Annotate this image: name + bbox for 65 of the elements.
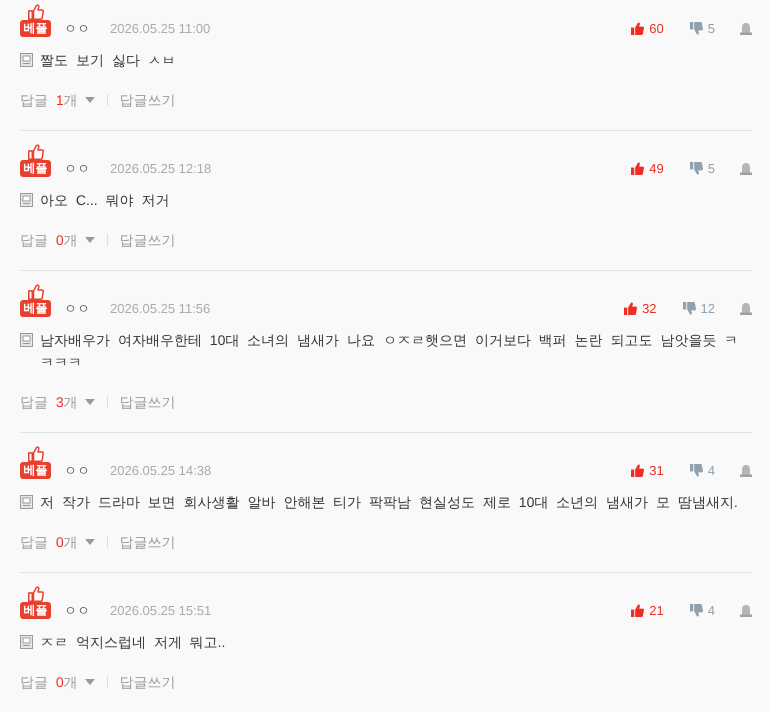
best-badge: 베플: [20, 160, 51, 177]
like-count: 32: [642, 300, 657, 317]
write-reply-link[interactable]: 답글쓰기: [120, 672, 176, 692]
thumbs-up-icon[interactable]: [631, 464, 644, 477]
siren-icon[interactable]: [740, 22, 752, 35]
thumbs-down-icon[interactable]: [690, 604, 703, 617]
best-badge: 베플: [20, 20, 51, 37]
like-count: 60: [649, 20, 664, 37]
thumbs-down-icon[interactable]: [690, 22, 703, 35]
author-name[interactable]: ㅇㅇ: [64, 602, 90, 619]
comment-date: 2026.05.25 15:51: [110, 602, 212, 619]
reply-toggle[interactable]: 답글 3개: [20, 392, 95, 412]
write-reply-link[interactable]: 답글쓰기: [120, 392, 176, 412]
document-icon: [20, 635, 33, 649]
write-reply-link[interactable]: 답글쓰기: [120, 532, 176, 552]
write-reply-link[interactable]: 답글쓰기: [120, 230, 176, 250]
siren-icon[interactable]: [740, 162, 752, 175]
document-icon: [20, 333, 33, 347]
best-badge: 베플: [20, 602, 51, 619]
comment-date: 2026.05.25 12:18: [110, 160, 212, 177]
thumbs-up-icon: [28, 446, 44, 462]
author-name[interactable]: ㅇㅇ: [64, 462, 90, 479]
comment-date: 2026.05.25 14:38: [110, 462, 212, 479]
comment-text: 아오 C... 뭐야 저거: [40, 191, 170, 210]
comment-text: 짤도 보기 싫다 ㅅㅂ: [40, 51, 176, 70]
thumbs-down-icon[interactable]: [690, 464, 703, 477]
like-count: 49: [649, 160, 664, 177]
dislike-count: 4: [708, 602, 715, 619]
write-reply-link[interactable]: 답글쓰기: [120, 90, 176, 110]
comment-date: 2026.05.25 11:00: [110, 20, 210, 37]
thumbs-up-icon: [28, 144, 44, 160]
thumbs-up-icon[interactable]: [631, 162, 644, 175]
dislike-count: 5: [708, 160, 715, 177]
thumbs-down-icon[interactable]: [690, 162, 703, 175]
thumbs-up-icon: [28, 4, 44, 20]
thumbs-up-icon[interactable]: [631, 22, 644, 35]
comment-text: 남자배우가 여자배우한테 10대 소녀의 냄새가 나요 ㅇㅈㄹ햇으면 이거보다 백퍼 논란 되고도 남앗을듯 ㅋㅋㅋㅋ: [40, 331, 740, 372]
best-badge: 베플: [20, 462, 51, 479]
reply-toggle[interactable]: 답글 0개: [20, 230, 95, 250]
dislike-count: 5: [708, 20, 715, 37]
siren-icon[interactable]: [740, 302, 752, 315]
author-name[interactable]: ㅇㅇ: [64, 20, 90, 37]
reply-toggle[interactable]: 답글 0개: [20, 672, 95, 692]
author-name[interactable]: ㅇㅇ: [64, 300, 90, 317]
siren-icon[interactable]: [740, 464, 752, 477]
thumbs-up-icon[interactable]: [631, 604, 644, 617]
author-name[interactable]: ㅇㅇ: [64, 160, 90, 177]
thumbs-up-icon[interactable]: [624, 302, 638, 315]
like-count: 21: [649, 602, 664, 619]
document-icon: [20, 495, 33, 509]
document-icon: [20, 193, 33, 207]
best-badge: 베플: [20, 300, 51, 317]
comment-date: 2026.05.25 11:56: [110, 300, 210, 317]
siren-icon[interactable]: [740, 604, 752, 617]
dislike-count: 12: [700, 300, 715, 317]
reply-toggle[interactable]: 답글 1개: [20, 90, 95, 110]
thumbs-down-icon[interactable]: [682, 302, 696, 315]
document-icon: [20, 53, 33, 67]
dislike-count: 4: [708, 462, 715, 479]
comment-text: 저 작가 드라마 보면 회사생활 알바 안해본 티가 팍팍남 현실성도 제로 10대 소년의 냄새가 모 땀냄새지.: [40, 493, 738, 512]
reply-toggle[interactable]: 답글 0개: [20, 532, 95, 552]
like-count: 31: [649, 462, 664, 479]
thumbs-up-icon: [28, 284, 44, 300]
thumbs-up-icon: [28, 586, 44, 602]
comment-text: ㅈㄹ 억지스럽네 저게 뭐고..: [40, 633, 226, 652]
